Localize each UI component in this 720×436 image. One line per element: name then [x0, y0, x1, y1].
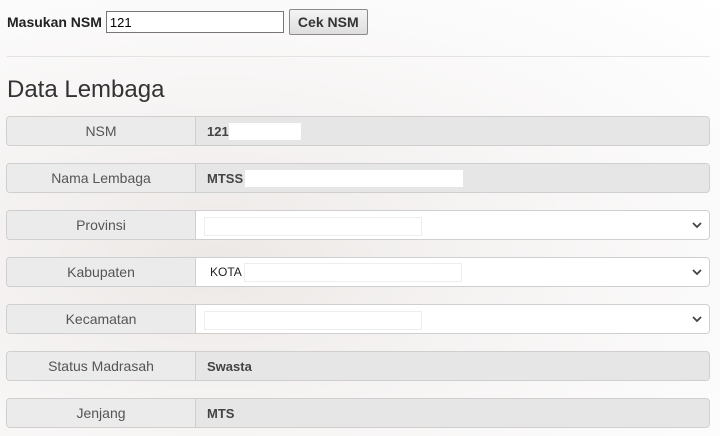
field-nama-lembaga-value: MTSS: [196, 164, 709, 192]
kecamatan-select[interactable]: [196, 305, 709, 333]
field-nama-lembaga-text: MTSS: [207, 170, 244, 186]
redaction-block: [204, 217, 422, 236]
field-kecamatan-label: Kecamatan: [7, 305, 196, 333]
field-provinsi-label: Provinsi: [7, 211, 196, 239]
field-nsm-label: NSM: [7, 117, 196, 145]
field-nama-lembaga: Nama Lembaga MTSS: [6, 163, 710, 193]
field-status-madrasah-label: Status Madrasah: [7, 352, 196, 380]
field-jenjang-label: Jenjang: [7, 399, 196, 427]
field-kabupaten[interactable]: Kabupaten KOTA: [6, 257, 710, 287]
cek-nsm-button[interactable]: Cek NSM: [288, 9, 368, 35]
field-provinsi[interactable]: Provinsi: [6, 210, 710, 240]
field-status-madrasah-text: Swasta: [207, 358, 252, 374]
field-kecamatan[interactable]: Kecamatan: [6, 304, 710, 334]
redaction-block: [245, 169, 464, 187]
field-jenjang-text: MTS: [207, 405, 235, 421]
chevron-down-icon: [691, 313, 703, 325]
redaction-block: [204, 311, 422, 330]
redaction-block: [243, 262, 462, 282]
field-nama-lembaga-label: Nama Lembaga: [7, 164, 196, 192]
nsm-search-label: Masukan NSM: [7, 14, 102, 30]
field-status-madrasah-value: Swasta: [196, 352, 709, 380]
section-title: Data Lembaga: [7, 76, 165, 103]
chevron-down-icon: [691, 266, 703, 278]
divider: [7, 56, 710, 57]
field-kabupaten-label: Kabupaten: [7, 258, 196, 286]
field-jenjang: Jenjang MTS: [6, 398, 710, 428]
field-nsm: NSM 121: [6, 116, 710, 146]
redaction-block: [228, 122, 301, 140]
kabupaten-select[interactable]: KOTA: [196, 258, 709, 286]
field-jenjang-value: MTS: [196, 399, 709, 427]
chevron-down-icon: [691, 219, 703, 231]
nsm-input[interactable]: [105, 11, 284, 33]
field-nsm-value: 121: [196, 117, 709, 145]
nsm-search-bar: Masukan NSM Cek NSM: [7, 9, 368, 35]
field-status-madrasah: Status Madrasah Swasta: [6, 351, 710, 381]
kabupaten-selected-value: KOTA: [210, 265, 242, 279]
field-nsm-text: 121: [207, 123, 229, 139]
provinsi-select[interactable]: [196, 211, 709, 239]
